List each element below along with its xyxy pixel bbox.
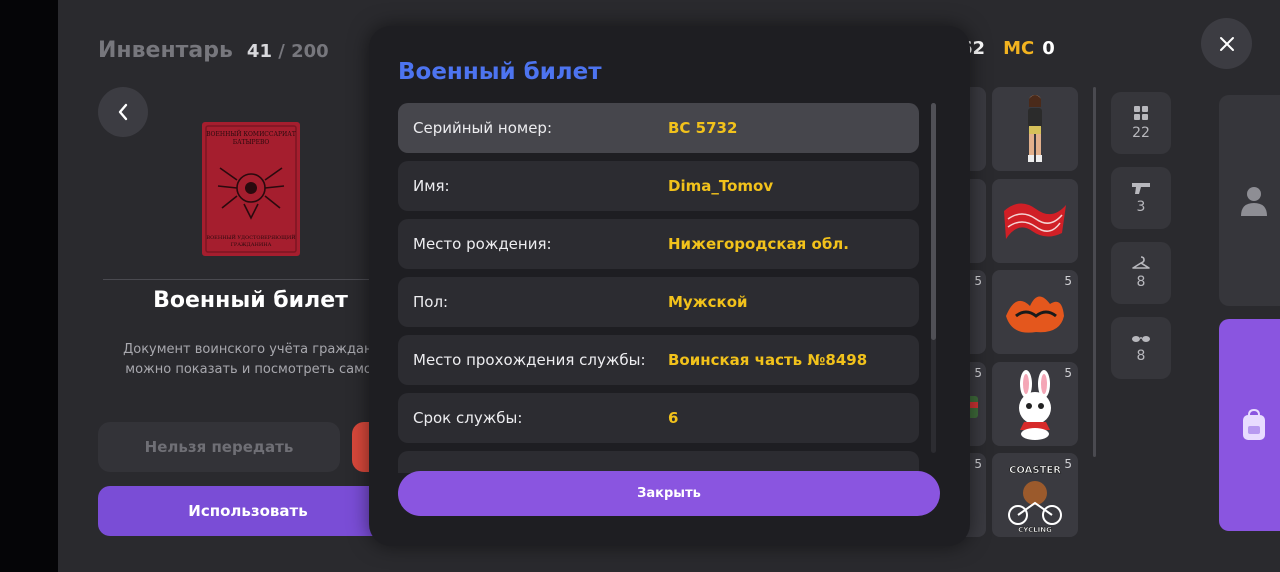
field-row bbox=[398, 451, 919, 473]
ms-currency-value: 0 bbox=[1042, 38, 1055, 59]
inventory-count-separator: / bbox=[278, 41, 285, 62]
field-label: Пол: bbox=[413, 293, 449, 311]
inventory-slot-character-skin[interactable] bbox=[992, 87, 1078, 171]
field-label: Место рождения: bbox=[413, 235, 552, 253]
svg-text:CYCLING: CYCLING bbox=[1018, 526, 1052, 533]
category-clothes[interactable]: 8 bbox=[1111, 242, 1171, 304]
svg-text:БАТЫРЕВО: БАТЫРЕВО bbox=[233, 139, 270, 146]
slot-quantity: 5 bbox=[974, 457, 982, 471]
field-row: Место рождения: Нижегородская обл. bbox=[398, 219, 919, 269]
item-name: Военный билет bbox=[153, 288, 348, 313]
field-value: Воинская часть №8498 bbox=[668, 351, 868, 369]
inventory-tab[interactable] bbox=[1219, 319, 1280, 531]
grid-icon bbox=[1134, 106, 1148, 120]
svg-text:COASTER: COASTER bbox=[1009, 465, 1061, 476]
field-value: Dima_Tomov bbox=[668, 177, 774, 195]
field-label: Срок службы: bbox=[413, 409, 523, 427]
close-icon bbox=[1219, 36, 1234, 51]
hanger-icon bbox=[1132, 256, 1150, 269]
field-value: 6 bbox=[668, 409, 679, 427]
military-id-booklet-image: ВОЕННЫЙ КОМИССАРИАТ БАТЫРЕВО ВОЕННЫЙ УДО… bbox=[202, 122, 300, 256]
field-label: Имя: bbox=[413, 177, 450, 195]
flame-sticker-thumbnail bbox=[1006, 296, 1064, 333]
inventory-slot-sticker[interactable]: 5 bbox=[992, 270, 1078, 354]
field-row: Имя: Dima_Tomov bbox=[398, 161, 919, 211]
category-count: 3 bbox=[1136, 199, 1146, 215]
glasses-icon bbox=[1132, 336, 1150, 342]
ms-currency-label: MC bbox=[1003, 38, 1035, 59]
slot-quantity: 5 bbox=[1064, 366, 1072, 380]
field-value: BC 5732 bbox=[668, 119, 738, 137]
svg-text:ГРАЖДАНИНА: ГРАЖДАНИНА bbox=[231, 242, 272, 248]
document-fields: Серийный номер: BC 5732 Имя: Dima_Tomov … bbox=[398, 103, 919, 473]
inventory-slot-flag[interactable] bbox=[992, 179, 1078, 263]
field-row: Место прохождения службы: Воинская часть… bbox=[398, 335, 919, 385]
red-flag-thumbnail bbox=[1004, 203, 1066, 239]
inventory-grid: 5 5 5 5 5 5 COASTER CYCLING bbox=[960, 87, 1080, 547]
close-modal-button[interactable]: Закрыть bbox=[398, 471, 940, 516]
inventory-slot-sticker[interactable]: 5 COASTER CYCLING bbox=[992, 453, 1078, 537]
bunny-sticker-thumbnail bbox=[1019, 370, 1051, 440]
field-row: Срок службы: 6 bbox=[398, 393, 919, 443]
field-label: Место прохождения службы: bbox=[413, 351, 646, 369]
backpack-icon bbox=[1243, 409, 1265, 440]
category-accessories[interactable]: 8 bbox=[1111, 317, 1171, 379]
inventory-header: Инвентарь 41 / 200 bbox=[98, 38, 329, 63]
back-button[interactable] bbox=[98, 87, 148, 137]
pistol-icon bbox=[1132, 183, 1150, 194]
character-tab[interactable] bbox=[1219, 95, 1280, 306]
currency-bar: 62 MC 0 bbox=[960, 38, 1055, 59]
field-row: Серийный номер: BC 5732 bbox=[398, 103, 919, 153]
field-value: Нижегородская обл. bbox=[668, 235, 849, 253]
chevron-left-icon bbox=[118, 103, 128, 121]
character-thumbnail bbox=[1028, 95, 1042, 162]
close-inventory-button[interactable] bbox=[1201, 18, 1252, 69]
inventory-scrollbar[interactable] bbox=[1093, 87, 1096, 457]
category-weapons[interactable]: 3 bbox=[1111, 167, 1171, 229]
inventory-count-max: 200 bbox=[291, 41, 329, 62]
inventory-slot-sticker[interactable]: 5 bbox=[992, 362, 1078, 446]
slot-quantity: 5 bbox=[974, 274, 982, 288]
svg-text:ВОЕННЫЙ УДОСТОВЕРЯЮЩИЙ: ВОЕННЫЙ УДОСТОВЕРЯЮЩИЙ bbox=[206, 233, 296, 241]
category-all[interactable]: 22 bbox=[1111, 92, 1171, 154]
coaster-cycling-sticker-thumbnail: COASTER CYCLING bbox=[1008, 465, 1062, 533]
category-count: 22 bbox=[1132, 125, 1150, 141]
modal-title: Военный билет bbox=[398, 59, 602, 85]
category-count: 8 bbox=[1136, 348, 1146, 364]
not-transferable-button: Нельзя передать bbox=[98, 422, 340, 472]
slot-quantity: 5 bbox=[974, 366, 982, 380]
person-icon bbox=[1241, 186, 1267, 216]
field-value: Мужской bbox=[668, 293, 748, 311]
item-description: Документ воинского учёта граждани можно … bbox=[123, 342, 381, 377]
left-edge-strip bbox=[0, 0, 58, 572]
inventory-count-current: 41 bbox=[246, 41, 272, 62]
field-label: Серийный номер: bbox=[413, 119, 552, 137]
item-divider bbox=[103, 279, 373, 280]
inventory-screen: Инвентарь 41 / 200 ВОЕННЫЙ КОМИССАРИАТ Б… bbox=[0, 0, 1280, 572]
inventory-capacity: 41 / 200 bbox=[247, 41, 329, 62]
inventory-title: Инвентарь bbox=[98, 38, 233, 63]
field-row: Пол: Мужской bbox=[398, 277, 919, 327]
document-modal: Военный билет Серийный номер: BC 5732 Им… bbox=[369, 26, 970, 546]
svg-text:ВОЕННЫЙ КОМИССАРИАТ: ВОЕННЫЙ КОМИССАРИАТ bbox=[206, 130, 296, 138]
use-button[interactable]: Использовать bbox=[98, 486, 398, 536]
modal-scrollbar-thumb[interactable] bbox=[931, 103, 936, 340]
category-count: 8 bbox=[1136, 274, 1146, 290]
